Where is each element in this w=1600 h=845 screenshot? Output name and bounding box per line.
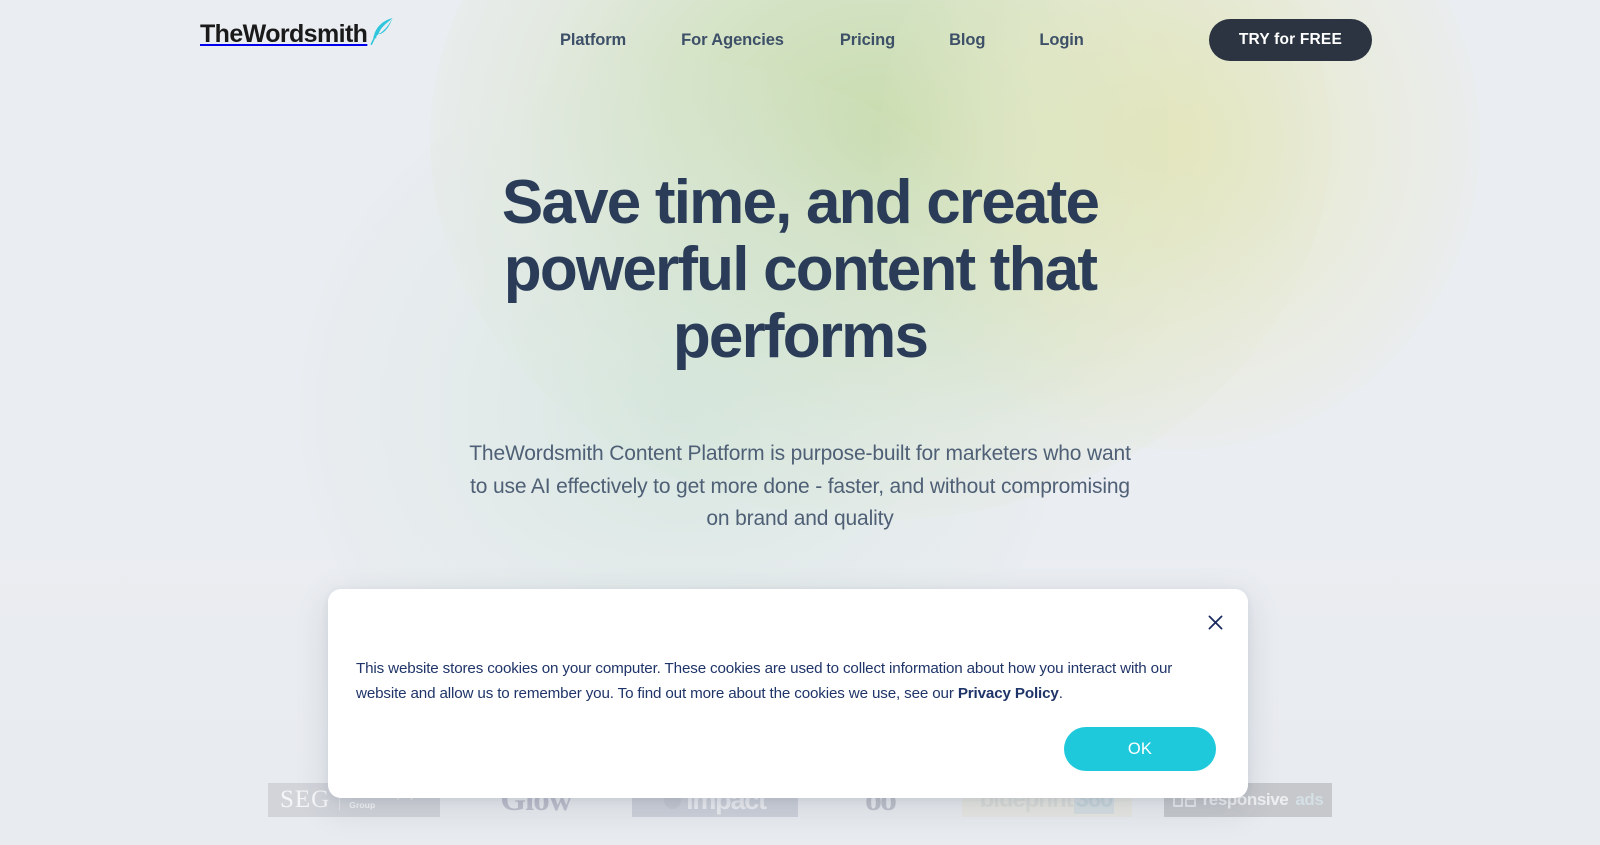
nav-item-pricing[interactable]: Pricing [840, 31, 895, 50]
nav-item-platform[interactable]: Platform [560, 31, 626, 50]
nav-item-login[interactable]: Login [1039, 31, 1084, 50]
seg-wordmark: SEG [280, 786, 331, 813]
site-logo[interactable]: TheWordsmith [200, 18, 395, 51]
cookie-consent-dialog: This website stores cookies on your comp… [328, 589, 1248, 798]
close-icon [1208, 615, 1223, 633]
cookie-consent-text: This website stores cookies on your comp… [356, 657, 1216, 706]
try-for-free-button[interactable]: TRY for FREE [1208, 19, 1372, 61]
cookie-accept-button[interactable]: OK [1064, 727, 1216, 771]
privacy-policy-link[interactable]: Privacy Policy [958, 685, 1059, 702]
quill-pen-icon [365, 16, 395, 51]
site-header: TheWordsmith Platform For Agencies Prici… [0, 0, 1600, 80]
close-button[interactable] [1200, 609, 1230, 639]
hero-subheadline: TheWordsmith Content Platform is purpose… [469, 442, 1131, 531]
primary-navigation: Platform For Agencies Pricing Blog Login [560, 0, 1084, 80]
cookie-text-part-2: . [1058, 684, 1063, 702]
nav-item-agencies[interactable]: For Agencies [681, 31, 784, 50]
page-title: Save time, and create powerful content t… [501, 168, 1100, 371]
nav-item-blog[interactable]: Blog [949, 31, 985, 50]
responsive-ads-suffix: ads [1295, 790, 1324, 809]
logo-wordmark: TheWordsmith [200, 20, 368, 48]
